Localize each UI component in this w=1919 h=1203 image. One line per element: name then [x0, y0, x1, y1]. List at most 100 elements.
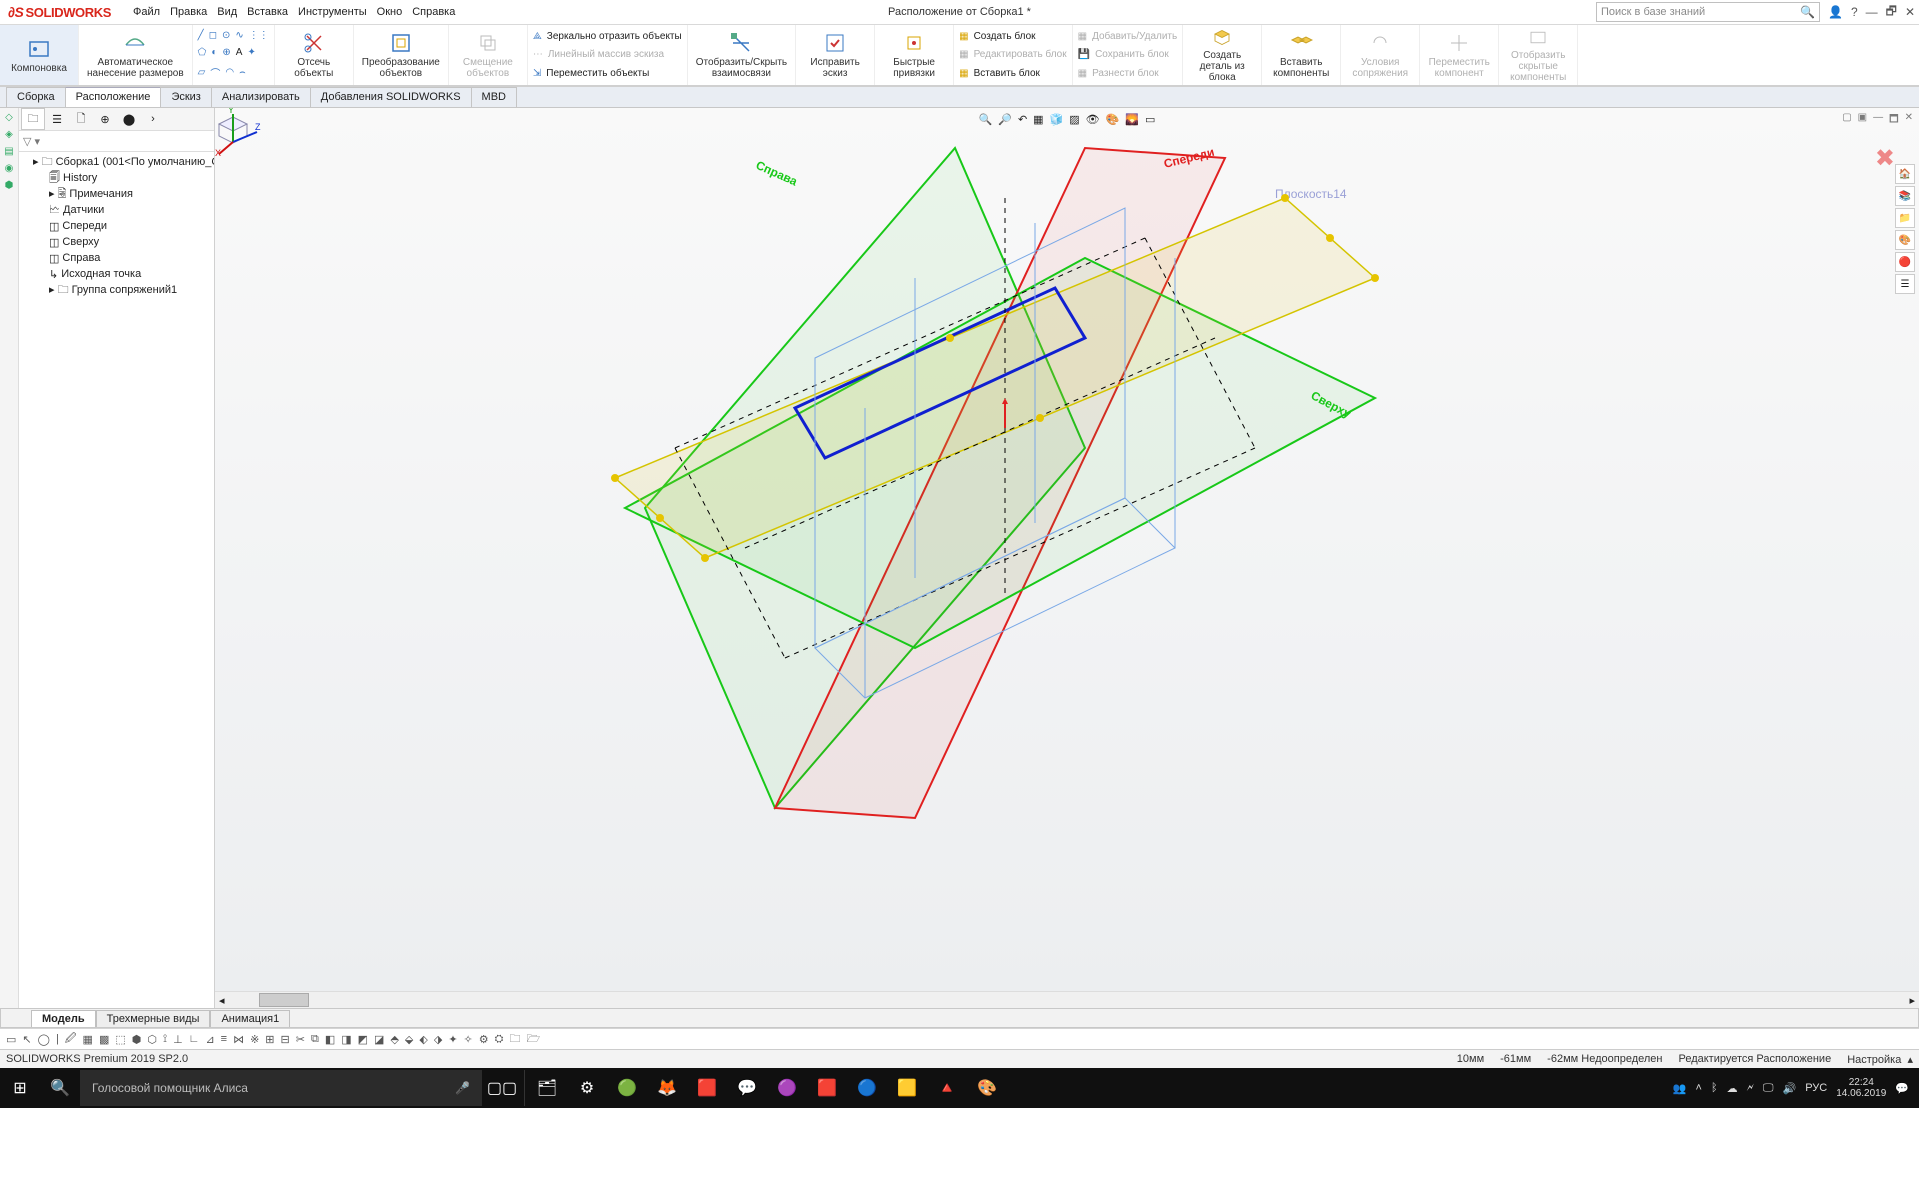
bt-icon[interactable]: ⊿	[205, 1033, 214, 1046]
menu-view[interactable]: Вид	[217, 6, 237, 18]
fm-tab-display[interactable]: ⬤	[117, 108, 141, 130]
convert-button[interactable]: Преобразование объектов	[354, 25, 449, 85]
close-icon[interactable]: ✕	[1905, 5, 1915, 19]
tb-settings-icon[interactable]: ⚙	[567, 1068, 607, 1108]
tb-qb-icon[interactable]: 🔵	[847, 1068, 887, 1108]
tree-plane-front[interactable]: ◫ Спереди	[19, 218, 214, 234]
bt-icon[interactable]: ⬗	[434, 1033, 442, 1046]
bt-icon[interactable]: ⋈	[233, 1033, 244, 1046]
tree-sensors[interactable]: 🗠 Датчики	[19, 202, 214, 218]
show-hide-relations-button[interactable]: Отобразить/Скрыть взаимосвязи	[688, 25, 796, 85]
bt-icon[interactable]: ⊞	[265, 1033, 274, 1046]
search-icon[interactable]: 🔍	[1800, 5, 1815, 19]
bt-icon[interactable]: ⬖	[419, 1033, 427, 1046]
tree-plane-top[interactable]: ◫ Сверху	[19, 234, 214, 250]
tray-volume-icon[interactable]: 🔊	[1783, 1082, 1797, 1095]
fm-tab-tree[interactable]: 🗀	[21, 108, 45, 130]
tb-viber-icon[interactable]: 🟣	[767, 1068, 807, 1108]
menu-edit[interactable]: Правка	[170, 6, 207, 18]
tab-model[interactable]: Модель	[31, 1010, 96, 1027]
bt-icon[interactable]: ⟟	[163, 1033, 167, 1046]
bt-icon[interactable]: ⛭	[495, 1033, 504, 1046]
bt-select-icon[interactable]: ▭	[6, 1033, 16, 1046]
bt-icon[interactable]: ⬡	[147, 1033, 157, 1046]
menu-insert[interactable]: Вставка	[247, 6, 288, 18]
bt-icon[interactable]: 🗀	[509, 1030, 520, 1049]
tab-mbd[interactable]: MBD	[471, 87, 517, 107]
tab-addins[interactable]: Добавления SOLIDWORKS	[310, 87, 472, 107]
tab-evaluate[interactable]: Анализировать	[211, 87, 311, 107]
bt-icon[interactable]: 🖉	[65, 1030, 77, 1049]
task-view-icon[interactable]: ▢▢	[482, 1068, 522, 1108]
bt-icon[interactable]: ≡	[221, 1033, 227, 1045]
fm-tab-dimxpert[interactable]: ⊕	[93, 108, 117, 130]
tab-3dviews[interactable]: Трехмерные виды	[96, 1010, 211, 1027]
tray-notifications-icon[interactable]: 💬	[1895, 1082, 1909, 1095]
layout-button[interactable]: Компоновка	[0, 25, 79, 85]
insert-block-button[interactable]: ▦Вставить блок	[959, 68, 1066, 79]
minimize-icon[interactable]: —	[1866, 5, 1878, 19]
bt-icon[interactable]: ⬚	[115, 1033, 125, 1046]
tb-app-icon[interactable]: 🟨	[887, 1068, 927, 1108]
tab-animation[interactable]: Анимация1	[210, 1010, 290, 1027]
move-entities-button[interactable]: ⇲Переместить объекты	[533, 68, 682, 79]
menu-tools[interactable]: Инструменты	[298, 6, 367, 18]
tray-clock[interactable]: 22:2414.06.2019	[1836, 1077, 1886, 1099]
tray-people-icon[interactable]: 👥	[1673, 1082, 1687, 1095]
bt-icon[interactable]: ⬢	[132, 1033, 142, 1046]
bt-icon[interactable]: ◪	[374, 1033, 384, 1046]
bt-lasso-icon[interactable]: ◯	[38, 1033, 50, 1046]
insert-components-button[interactable]: Вставить компоненты	[1262, 25, 1341, 85]
create-block-button[interactable]: ▦Создать блок	[959, 31, 1066, 42]
tab-layout[interactable]: Расположение	[65, 87, 162, 107]
tray-monitor-icon[interactable]: 🖵	[1763, 1082, 1774, 1095]
icon-feature[interactable]: ◉	[5, 163, 14, 174]
tb-gimp-icon[interactable]: 🦊	[647, 1068, 687, 1108]
fm-filter[interactable]: ▽ ▾	[19, 131, 214, 152]
bt-icon[interactable]: ◧	[325, 1033, 335, 1046]
bt-icon[interactable]: 🗁	[526, 1030, 540, 1049]
tb-vlc-icon[interactable]: 🔺	[927, 1068, 967, 1108]
quick-snaps-button[interactable]: Быстрые привязки	[875, 25, 954, 85]
tb-chrome-icon[interactable]: 🟢	[607, 1068, 647, 1108]
tray-onedrive-icon[interactable]: ☁	[1727, 1082, 1738, 1095]
bt-icon[interactable]: ◩	[358, 1033, 368, 1046]
tray-bluetooth-icon[interactable]: ᛒ	[1711, 1082, 1718, 1094]
bt-icon[interactable]: ⊥	[173, 1033, 183, 1046]
fix-sketch-button[interactable]: Исправить эскиз	[796, 25, 875, 85]
bt-cursor-icon[interactable]: ↖	[22, 1033, 31, 1046]
tb-solidworks-icon[interactable]: 🟥	[807, 1068, 847, 1108]
bt-icon[interactable]: ◨	[341, 1033, 351, 1046]
fm-tab-more[interactable]: ›	[141, 108, 165, 130]
fm-tab-property[interactable]: ☰	[45, 108, 69, 130]
horizontal-scrollbar[interactable]: ◂▸	[215, 991, 1919, 1008]
icon-drawing[interactable]: ▤	[4, 146, 13, 157]
tray-lang[interactable]: РУС	[1805, 1082, 1827, 1094]
icon-assembly[interactable]: ◇	[5, 112, 13, 123]
bt-icon[interactable]: ⧉	[311, 1033, 319, 1046]
bt-icon[interactable]: ∟	[189, 1033, 200, 1045]
bt-icon[interactable]: ✂	[296, 1033, 305, 1046]
taskbar-search[interactable]: Голосовой помощник Алиса🎤	[80, 1070, 482, 1106]
smart-dimension-button[interactable]: Автоматическое нанесение размеров	[79, 25, 193, 85]
menu-file[interactable]: Файл	[133, 6, 160, 18]
bt-icon[interactable]: ⊟	[281, 1033, 290, 1046]
bt-icon[interactable]: ✦	[448, 1033, 457, 1046]
start-button[interactable]: ⊞	[0, 1068, 40, 1108]
tab-sketch[interactable]: Эскиз	[160, 87, 211, 107]
graphics-viewport[interactable]: ▢ ▣ — 🗖 ✕ 🔍 🔎 ↶ ▦ 🧊 ▨ 👁 🎨 🌄 ▭ ✖ 🏠 📚 📁 🎨 …	[215, 108, 1919, 1008]
tree-mategroup[interactable]: ▸ 🗀 Группа сопряжений1	[19, 282, 214, 298]
bt-icon[interactable]: ⬘	[390, 1033, 398, 1046]
bt-icon[interactable]: ⬙	[405, 1033, 413, 1046]
trim-button[interactable]: Отсечь объекты	[275, 25, 354, 85]
search-input[interactable]: Поиск в базе знаний 🔍	[1596, 2, 1820, 22]
icon-dimxpert[interactable]: ⬢	[5, 180, 14, 191]
status-custom[interactable]: Настройка	[1847, 1054, 1901, 1066]
user-icon[interactable]: 👤	[1828, 5, 1843, 19]
tree-plane-right[interactable]: ◫ Справа	[19, 250, 214, 266]
search-icon[interactable]: 🔍	[40, 1068, 80, 1108]
bt-icon[interactable]: ⚙	[479, 1033, 489, 1046]
fm-tab-config[interactable]: 🗋	[69, 108, 93, 130]
bt-icon[interactable]: ✧	[464, 1033, 473, 1046]
menu-help[interactable]: Справка	[412, 6, 455, 18]
